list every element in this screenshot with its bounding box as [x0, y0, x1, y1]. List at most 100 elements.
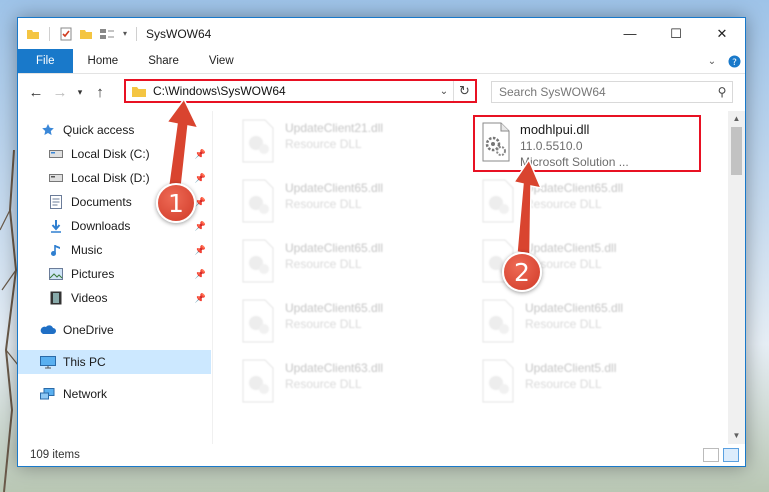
file-type: Resource DLL [285, 317, 362, 331]
sidebar-item-quick-access[interactable]: Quick access [18, 118, 212, 142]
file-name: UpdateClient65.dll [285, 181, 384, 195]
status-bar: 109 items [18, 444, 745, 466]
sidebar-item-label: Documents [71, 195, 132, 209]
sidebar-item-label: Network [63, 387, 108, 401]
scroll-down-icon[interactable]: ▼ [728, 428, 745, 444]
minimize-button[interactable]: — [607, 18, 653, 49]
file-tile[interactable]: UpdateClient65.dll Resource DLL [479, 299, 689, 351]
file-type: Resource DLL [285, 197, 362, 211]
network-icon [40, 387, 56, 401]
sidebar-item-label: Downloads [71, 219, 131, 233]
file-tile[interactable]: UpdateClient65.dll Resource DLL [239, 179, 449, 231]
computer-icon [40, 355, 56, 369]
expand-ribbon-icon[interactable]: ⌄ [701, 49, 723, 73]
file-name: UpdateClient65.dll [285, 301, 384, 315]
search-input[interactable]: Search SysWOW64 [499, 85, 712, 99]
file-tile[interactable]: UpdateClient65.dll Resource DLL [479, 179, 689, 231]
pin-icon[interactable]: 📌 [195, 197, 206, 208]
tab-share[interactable]: Share [133, 49, 194, 73]
up-arrow-icon[interactable]: ↑ [88, 84, 112, 101]
quick-access-toolbar: ▾ [18, 26, 140, 41]
address-path[interactable]: C:\Windows\SysWOW64 [153, 84, 435, 98]
file-type: Resource DLL [285, 257, 362, 271]
cloud-icon [40, 323, 56, 337]
toolbar-separator [136, 26, 138, 41]
file-type: Resource DLL [525, 197, 602, 211]
sidebar-item-pictures[interactable]: Pictures 📌 [18, 262, 212, 286]
file-list: UpdateClient21.dll Resource DLL UpdateCli… [213, 111, 745, 444]
forward-arrow-icon[interactable]: → [48, 84, 72, 101]
scroll-up-icon[interactable]: ▲ [728, 111, 745, 127]
file-name: modhlpui.dll [520, 122, 590, 137]
customize-view-icon[interactable] [99, 27, 117, 41]
sidebar-item-music[interactable]: Music 📌 [18, 238, 212, 262]
sidebar-item-local-disk-c[interactable]: Local Disk (C:) 📌 [18, 142, 212, 166]
star-icon [40, 123, 56, 137]
ribbon-spacer [249, 49, 701, 73]
file-tile[interactable]: UpdateClient21.dll Resource DLL [239, 119, 449, 171]
tab-view[interactable]: View [194, 49, 249, 73]
pin-icon[interactable]: 📌 [195, 293, 206, 304]
chevron-down-icon[interactable]: ▾ [123, 29, 127, 38]
pin-icon[interactable]: 📌 [195, 245, 206, 256]
details-view-icon[interactable] [703, 448, 719, 462]
tab-file[interactable]: File [18, 49, 73, 73]
toolbar-separator [49, 26, 50, 41]
close-button[interactable]: ✕ [699, 18, 745, 49]
properties-icon[interactable] [59, 27, 73, 41]
sidebar-item-videos[interactable]: Videos 📌 [18, 286, 212, 310]
navigation-pane: Quick access Local Disk (C:) 📌 Local Dis… [18, 111, 213, 444]
sidebar-item-this-pc[interactable]: This PC [18, 350, 211, 374]
item-count: 109 items [30, 449, 80, 461]
pictures-icon [48, 267, 64, 281]
pin-icon[interactable]: 📌 [195, 173, 206, 184]
pin-icon[interactable]: 📌 [195, 149, 206, 160]
window-title: SysWOW64 [146, 26, 212, 41]
chevron-down-icon[interactable]: ⌄ [435, 86, 453, 97]
file-tile[interactable]: UpdateClient63.dll Resource DLL [239, 359, 449, 411]
dll-file-icon [242, 179, 274, 223]
file-type: Resource DLL [285, 137, 362, 151]
pin-icon[interactable]: 📌 [195, 269, 206, 280]
file-name: UpdateClient5.dll [525, 241, 617, 255]
sidebar-item-label: Pictures [71, 267, 115, 281]
pin-icon[interactable]: 📌 [195, 221, 206, 232]
tab-home[interactable]: Home [73, 49, 134, 73]
new-folder-icon[interactable] [79, 28, 93, 40]
drive-icon [48, 171, 64, 185]
search-icon[interactable]: ⚲ [712, 85, 732, 99]
sidebar-item-network[interactable]: Network [18, 382, 212, 406]
title-bar: ▾ SysWOW64 — ☐ ✕ [18, 18, 745, 49]
back-arrow-icon[interactable]: ← [24, 84, 48, 101]
sidebar-item-label: Quick access [63, 123, 135, 137]
dll-file-icon [482, 359, 514, 403]
dll-file-icon [482, 122, 510, 162]
highlighted-file-tile[interactable]: modhlpui.dll 11.0.5510.0 Microsoft Solut… [473, 115, 701, 172]
file-tile[interactable]: UpdateClient5.dll Resource DLL [479, 359, 689, 411]
help-icon[interactable]: ? [723, 49, 745, 73]
refresh-icon[interactable]: ↻ [453, 81, 475, 101]
recent-locations-icon[interactable]: ▾ [72, 87, 88, 98]
tiles-view-icon[interactable] [723, 448, 739, 462]
search-box[interactable]: Search SysWOW64 ⚲ [491, 81, 733, 103]
sidebar-item-onedrive[interactable]: OneDrive [18, 318, 212, 342]
address-bar[interactable]: C:\Windows\SysWOW64 ⌄ ↻ [124, 79, 477, 103]
file-description: Microsoft Solution ... [520, 155, 629, 169]
maximize-button[interactable]: ☐ [653, 18, 699, 49]
file-type: Resource DLL [525, 377, 602, 391]
dll-file-icon [482, 299, 514, 343]
sidebar-item-label: Local Disk (C:) [71, 147, 150, 161]
file-tile[interactable]: UpdateClient65.dll Resource DLL [239, 239, 449, 291]
file-tile[interactable]: UpdateClient65.dll Resource DLL [239, 299, 449, 351]
scrollbar-thumb[interactable] [731, 127, 742, 175]
file-name: UpdateClient65.dll [285, 241, 384, 255]
callout-badge-1: 1 [156, 183, 196, 223]
explorer-window: ▾ SysWOW64 — ☐ ✕ File Home Share View ⌄ … [17, 17, 746, 467]
file-version: 11.0.5510.0 [520, 139, 583, 153]
file-name: UpdateClient63.dll [285, 361, 384, 375]
music-icon [48, 243, 64, 257]
sidebar-item-label: Local Disk (D:) [71, 171, 150, 185]
vertical-scrollbar[interactable]: ▲ ▼ [728, 111, 745, 444]
ribbon-tabs: File Home Share View ⌄ ? [18, 49, 745, 74]
sidebar-item-label: Videos [71, 291, 108, 305]
